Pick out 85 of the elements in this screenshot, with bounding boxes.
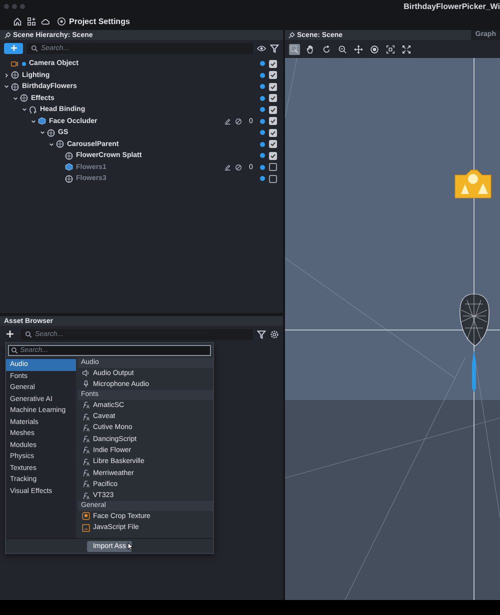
enabled-checkbox[interactable]	[269, 71, 277, 80]
search-icon	[31, 44, 38, 52]
add-button[interactable]	[4, 42, 23, 54]
font-icon	[82, 412, 90, 421]
caret-icon[interactable]	[13, 96, 18, 101]
pin-icon[interactable]	[4, 32, 11, 38]
face-mesh-drawing[interactable]	[460, 294, 490, 346]
enabled-checkbox[interactable]	[269, 60, 277, 68]
object-icon	[65, 152, 73, 160]
layer-dot	[260, 61, 265, 66]
search-icon	[25, 330, 32, 338]
layer-dot	[260, 142, 265, 147]
caret-icon[interactable]	[4, 72, 9, 78]
head-icon	[29, 106, 37, 114]
font-icon	[82, 424, 90, 432]
cube-icon	[38, 117, 46, 126]
expand-tool-button[interactable]	[401, 44, 412, 54]
caret-icon[interactable]	[22, 107, 27, 112]
layer-dot	[260, 96, 265, 101]
caret-icon[interactable]	[31, 118, 36, 124]
filter-icon[interactable]	[270, 44, 279, 52]
enabled-checkbox[interactable]	[269, 94, 277, 102]
select-tool-button[interactable]	[289, 44, 300, 54]
layer-dot	[260, 153, 265, 158]
settings-icon	[57, 16, 66, 26]
enabled-checkbox[interactable]	[269, 174, 277, 183]
microphone-icon	[82, 380, 90, 388]
font-icon	[82, 480, 90, 488]
object-icon	[47, 128, 55, 137]
layer-dot	[260, 72, 265, 78]
caret-icon[interactable]	[49, 142, 54, 147]
font-icon	[82, 469, 90, 478]
edit-icon[interactable]	[224, 118, 231, 125]
object-icon	[20, 94, 28, 102]
layer-dot	[260, 176, 265, 182]
status-dot	[22, 62, 26, 66]
plus-icon	[10, 44, 18, 52]
cloud-icon[interactable]	[41, 16, 50, 26]
file-icon	[82, 524, 90, 532]
layer-dot	[260, 164, 265, 170]
object-icon	[56, 140, 64, 148]
enabled-checkbox[interactable]	[269, 163, 277, 172]
pin-icon[interactable]	[288, 32, 295, 38]
object-icon	[65, 174, 73, 183]
caret-icon[interactable]	[40, 130, 45, 136]
enabled-checkbox[interactable]	[269, 106, 277, 114]
font-icon	[82, 401, 90, 410]
zoom-tool-button[interactable]	[337, 44, 348, 54]
rotate-tool-button[interactable]	[321, 44, 332, 54]
frame-tool-button[interactable]	[385, 44, 396, 54]
object-icon	[11, 71, 19, 80]
grid-line	[285, 58, 298, 118]
settings-icon[interactable]	[270, 330, 279, 338]
edit-icon[interactable]	[224, 164, 231, 171]
layer-dot	[260, 107, 265, 112]
layer-dot	[260, 118, 265, 124]
layer-dot	[260, 84, 265, 90]
enabled-checkbox[interactable]	[269, 82, 277, 91]
font-icon	[82, 458, 90, 466]
project-settings-button[interactable]: Project Settings	[55, 16, 132, 26]
filter-icon[interactable]	[257, 330, 266, 338]
object-icon	[11, 82, 19, 91]
enabled-checkbox[interactable]	[269, 152, 277, 160]
move-tool-button[interactable]	[353, 44, 364, 54]
orbit-tool-button[interactable]	[369, 44, 380, 54]
enabled-checkbox[interactable]	[269, 117, 277, 126]
eye-icon[interactable]	[257, 44, 266, 52]
font-icon	[82, 435, 90, 444]
layer-dot	[260, 130, 265, 136]
window-title: BirthdayFlowerPicker_Wi	[404, 2, 500, 10]
add-icon[interactable]	[6, 330, 14, 338]
marker-icon[interactable]	[472, 350, 476, 392]
image-icon	[82, 512, 90, 520]
enabled-checkbox[interactable]	[269, 128, 277, 137]
mouse-cursor-icon	[127, 542, 134, 551]
caret-icon[interactable]	[4, 84, 9, 90]
home-icon[interactable]	[13, 16, 22, 26]
font-icon	[82, 492, 90, 500]
speaker-icon	[82, 369, 90, 378]
enabled-checkbox[interactable]	[269, 140, 277, 148]
cube-icon	[65, 163, 73, 172]
apps-icon[interactable]	[27, 16, 36, 26]
font-icon	[82, 446, 90, 454]
camera-icon	[11, 60, 19, 68]
search-icon	[11, 347, 18, 354]
